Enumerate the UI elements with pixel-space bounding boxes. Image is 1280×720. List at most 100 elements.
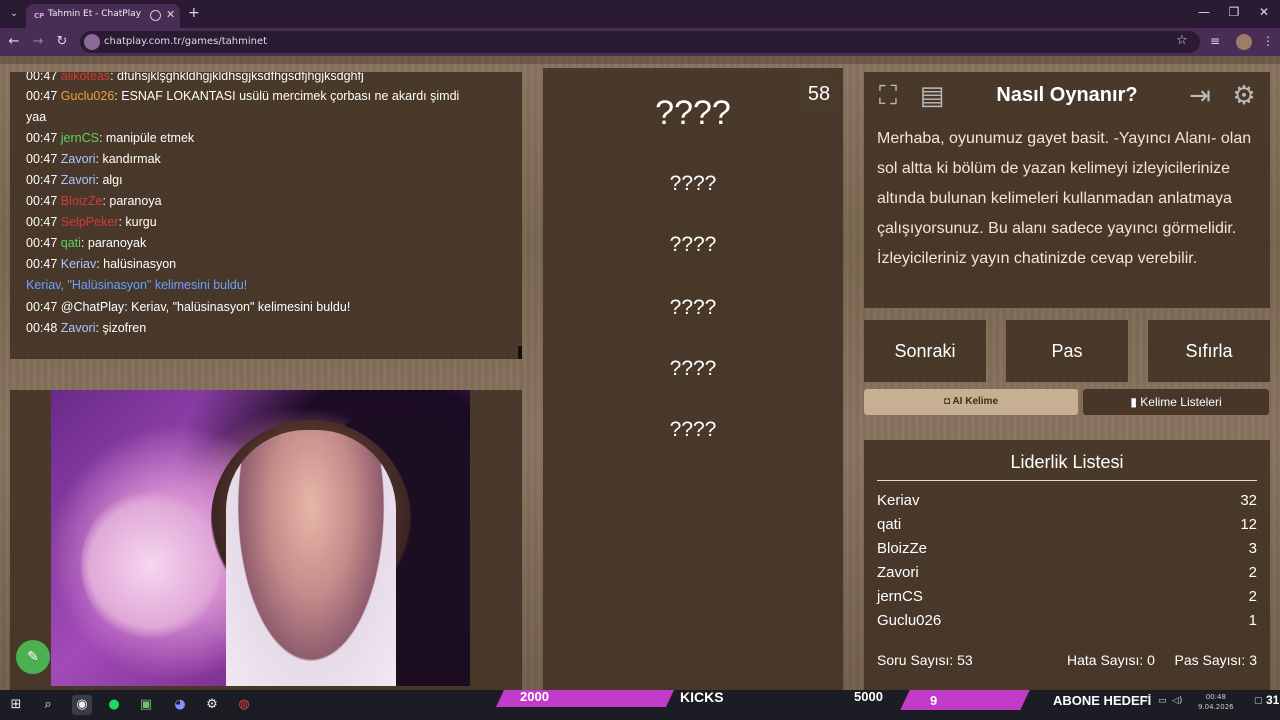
player-name: jernCS: [877, 588, 923, 605]
kicks-goal-current: 2000: [520, 689, 549, 704]
windows-start-icon[interactable]: ⊞: [6, 695, 26, 715]
close-window-button[interactable]: ✕: [1254, 5, 1274, 19]
chat-text: : ESNAF LOKANTASI usülü mercimek çorbası…: [114, 89, 460, 103]
leaderboard-row: qati 12: [877, 516, 1257, 538]
chat-scrollbar[interactable]: [518, 346, 522, 359]
kicks-goal-label: KICKS: [680, 689, 724, 705]
chat-message: Keriav, "Halüsinasyon" kelimesini buldu!: [26, 278, 247, 292]
new-tab-button[interactable]: +: [188, 5, 200, 21]
close-tab-icon[interactable]: ✕: [166, 8, 175, 21]
spotify-icon[interactable]: ●: [104, 695, 124, 715]
chat-text: : paranoyak: [80, 236, 147, 250]
chat-username[interactable]: Keriav: [61, 257, 96, 271]
chat-username[interactable]: @ChatPlay: [61, 300, 124, 314]
word-lists-button[interactable]: ▮ Kelime Listeleri: [1083, 389, 1269, 415]
reading-list-icon[interactable]: ≡: [1210, 34, 1220, 48]
minecraft-icon[interactable]: ▣: [136, 695, 156, 715]
chat-message: 00:47 Zavori: algı: [26, 173, 123, 187]
webcam-feed: [51, 390, 470, 686]
chat-text: yaa: [26, 110, 47, 124]
chat-text: : kurgu: [118, 215, 157, 229]
chat-username[interactable]: qati: [61, 236, 81, 250]
chat-username[interactable]: Zavori: [61, 321, 96, 335]
system-clock[interactable]: 00:48 9.04.2026: [1198, 692, 1234, 712]
settings-gear-icon[interactable]: ⚙: [202, 695, 222, 715]
ai-word-button[interactable]: ◘ AI Kelime: [864, 389, 1078, 415]
reset-button[interactable]: Sıfırla: [1148, 320, 1270, 382]
leaderboard-row: jernCS 2: [877, 588, 1257, 610]
leaderboard-divider: [877, 480, 1257, 481]
reload-button[interactable]: ↻: [54, 34, 70, 49]
network-icon[interactable]: ▭: [1158, 696, 1167, 706]
tray-chevron-icon[interactable]: ^: [1144, 696, 1152, 706]
chat-message: 00:47 SelpPeker: kurgu: [26, 215, 157, 229]
search-icon[interactable]: ⌕: [38, 695, 58, 715]
rules-document-icon[interactable]: ▤: [914, 80, 950, 112]
chat-text: : kandırmak: [95, 152, 161, 166]
how-to-play-text: Merhaba, oyunumuz gayet basit. -Yayıncı …: [877, 130, 1252, 267]
how-to-play-title: Nasıl Oynanır?: [996, 84, 1138, 106]
fullscreen-icon[interactable]: ⛶: [870, 80, 906, 112]
chat-username[interactable]: SelpPeker: [61, 215, 119, 229]
chat-text: kelimesini buldu!: [151, 278, 248, 292]
chat-username[interactable]: Guclu026: [61, 89, 115, 103]
discord-icon[interactable]: ◕: [170, 695, 190, 715]
browser-tab[interactable]: CP Tahmin Et - ChatPlay ✕: [26, 4, 180, 28]
chat-message: 00:47 Keriav: halüsinasyon: [26, 257, 176, 271]
chat-username[interactable]: Keriav, "Halüsinasyon": [26, 278, 151, 292]
address-bar[interactable]: chatplay.com.tr/games/tahminet ☆: [80, 31, 1200, 53]
chat-username[interactable]: jernCS: [61, 131, 99, 145]
tab-search-icon[interactable]: ⌄: [6, 6, 22, 22]
chat-timestamp: 00:47: [26, 236, 58, 250]
ai-word-label: AI Kelime: [952, 396, 999, 407]
forward-button[interactable]: →: [30, 34, 46, 49]
player-name: qati: [877, 516, 902, 533]
player-score: 3: [1248, 540, 1257, 557]
notification-icon[interactable]: ▢: [1254, 696, 1263, 706]
error-count: Hata Sayısı: 0: [1067, 652, 1155, 668]
bookmark-star-icon[interactable]: ☆: [1176, 33, 1188, 48]
restore-button[interactable]: ❐: [1224, 5, 1244, 19]
browser-toolbar: ← → ↻ chatplay.com.tr/games/tahminet ☆ ≡…: [0, 28, 1280, 56]
chat-message: 00:48 Zavori: şizofren: [26, 321, 146, 335]
minimize-button[interactable]: —: [1194, 5, 1214, 19]
teddy-bear-image: [81, 490, 221, 640]
volume-icon[interactable]: ◁): [1172, 696, 1182, 706]
site-info-icon[interactable]: [84, 34, 100, 50]
browser-tab-bar: ⌄ CP Tahmin Et - ChatPlay ✕ + — ❐ ✕: [0, 0, 1280, 28]
chat-message: 00:47 qati: paranoyak: [26, 236, 146, 250]
url-text[interactable]: chatplay.com.tr/games/tahminet: [104, 36, 267, 47]
player-name: Zavori: [877, 564, 919, 581]
chat-timestamp: 00:47: [26, 215, 58, 229]
chat-timestamp: 00:47: [26, 89, 58, 103]
chat-text: : algı: [95, 173, 123, 187]
player-name: Guclu026: [877, 612, 942, 629]
obs-icon[interactable]: ◍: [234, 695, 254, 715]
exit-icon[interactable]: ⇥: [1182, 80, 1218, 112]
word-lists-label: Kelime Listeleri: [1140, 395, 1222, 409]
tab-title: Tahmin Et - ChatPlay: [48, 9, 142, 19]
chat-text: : paranoya: [102, 194, 162, 208]
player-score: 32: [1240, 492, 1257, 509]
clock-date: 9.04.2026: [1198, 703, 1234, 711]
profile-avatar[interactable]: [1236, 34, 1252, 50]
player-score: 12: [1240, 516, 1257, 533]
back-button[interactable]: ←: [6, 34, 22, 49]
chat-username[interactable]: Zavori: [61, 173, 96, 187]
browser-menu-icon[interactable]: ⋮: [1262, 34, 1274, 48]
chat-username[interactable]: alikoteas: [61, 72, 110, 83]
leaderboard-panel: Liderlik Listesi Keriav 32 qati 12 BloizZe 3 Z…: [864, 440, 1270, 690]
chat-timestamp: 00:47: [26, 257, 58, 271]
chat-text: : Keriav, "halüsinasyon" kelimesini buld…: [124, 300, 351, 314]
how-to-play-panel: ⛶ ▤ Nasıl Oynanır? ⇥ ⚙ Merhaba, oyunumuz…: [864, 72, 1270, 308]
edit-pencil-button[interactable]: ✎: [16, 640, 50, 674]
chatplay-favicon-icon: CP: [34, 12, 45, 20]
game-page: 00:47 alikoteas: dfuhsjklşghkldhgjkldhsg…: [0, 56, 1280, 690]
chat-text: : şizofren: [95, 321, 147, 335]
chat-username[interactable]: Zavori: [61, 152, 96, 166]
gear-icon[interactable]: ⚙: [1226, 80, 1262, 112]
chrome-icon[interactable]: ◉: [72, 695, 92, 715]
next-button[interactable]: Sonraki: [864, 320, 986, 382]
pass-button[interactable]: Pas: [1006, 320, 1128, 382]
chat-username[interactable]: BloizZe: [61, 194, 103, 208]
